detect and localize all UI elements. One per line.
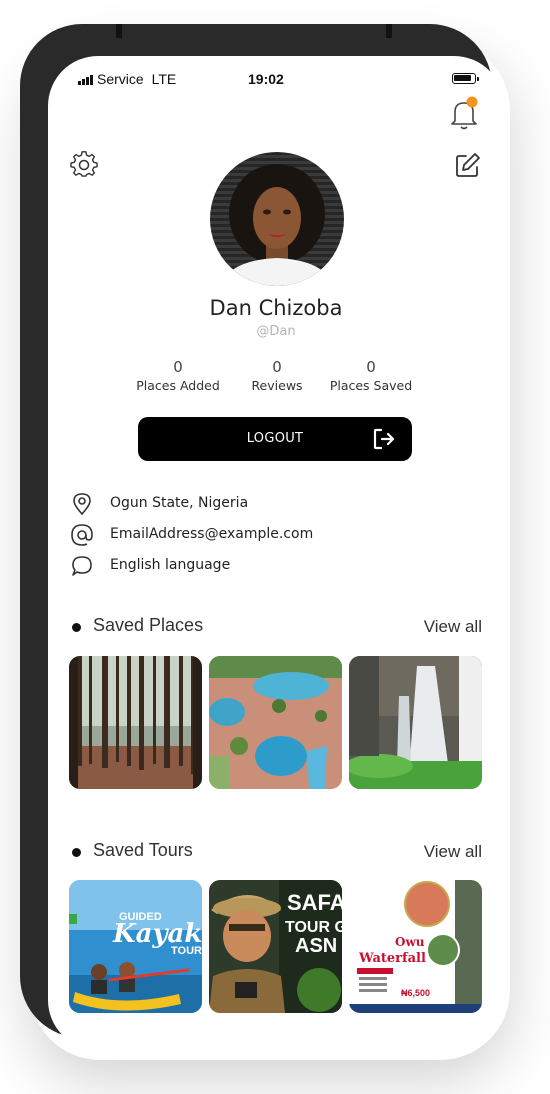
logout-button[interactable]: LOGOUT [138,417,412,461]
network-type: LTE [151,71,177,87]
logout-label: LOGOUT [246,431,304,446]
forest-image [69,656,202,789]
bullet-icon [72,623,81,632]
email-text: EmailAddress@example.com [110,526,314,542]
stat-places-saved: 0 Places Saved [311,358,431,393]
bullet-icon [72,848,81,857]
avatar[interactable] [210,152,344,286]
safari-poster-word-1: SAFA [287,890,342,915]
carrier-info: Service LTE [78,71,176,88]
profile-name: Dan Chizoba [209,296,343,320]
saved-tours-header: Saved Tours View all [70,840,482,864]
safari-tour-poster: SAFA TOUR G ASN [209,880,342,1013]
status-bar: Service LTE 19:02 [48,56,504,100]
battery-icon [452,73,479,84]
owu-waterfall-poster: Owu Waterfall ₦6,500 [349,880,482,1013]
phone-frame: Service LTE 19:02 Dan Chizoba @Dan 0 Pla… [20,24,504,1050]
owu-poster-word-2: Waterfall [358,951,426,966]
waterfall-image [349,656,482,789]
app-screen: Service LTE 19:02 Dan Chizoba @Dan 0 Pla… [48,56,504,1050]
saved-tour-card-kayak[interactable]: GUIDED Kayak TOUR [69,880,202,1013]
antenna-band [386,24,392,38]
bell-icon[interactable] [449,96,479,132]
saved-place-card-waterfall[interactable] [349,656,482,789]
edit-icon[interactable] [455,152,481,178]
saved-tour-card-safari[interactable]: SAFA TOUR G ASN [209,880,342,1013]
logout-arrow-icon [373,428,395,450]
stat-label: Places Saved [329,378,413,393]
saved-places-header: Saved Places View all [70,615,482,639]
language-text: English language [110,557,231,573]
owu-poster-word-1: Owu [395,935,425,949]
saved-tour-card-waterfall[interactable]: Owu Waterfall ₦6,500 [349,880,482,1013]
stat-value: 0 [366,358,376,376]
saved-tours-title: Saved Tours [93,840,193,860]
location-text: Ogun State, Nigeria [110,495,249,511]
saved-place-card-resort[interactable] [209,656,342,789]
avatar-photo [210,152,344,286]
saved-places-view-all[interactable]: View all [424,617,482,637]
saved-places-title: Saved Places [93,615,204,635]
at-icon [71,524,93,546]
gear-icon[interactable] [70,151,98,179]
speech-bubble-icon [72,556,92,576]
profile-handle: @Dan [256,324,296,339]
carrier-name: Service [97,71,144,87]
kayak-tour-poster: GUIDED Kayak TOUR [69,880,202,1013]
owu-poster-price: ₦6,500 [401,988,430,998]
resort-pools-image [209,656,342,789]
location-pin-icon [73,493,91,516]
safari-poster-word-3: ASN [295,935,337,957]
antenna-band [116,24,122,38]
signal-icon [78,72,94,88]
saved-place-card-forest[interactable] [69,656,202,789]
kayak-poster-word-3: TOUR [171,945,202,957]
status-time: 19:02 [248,71,284,87]
safari-poster-word-2: TOUR G [285,919,342,936]
saved-tours-view-all[interactable]: View all [424,842,482,862]
